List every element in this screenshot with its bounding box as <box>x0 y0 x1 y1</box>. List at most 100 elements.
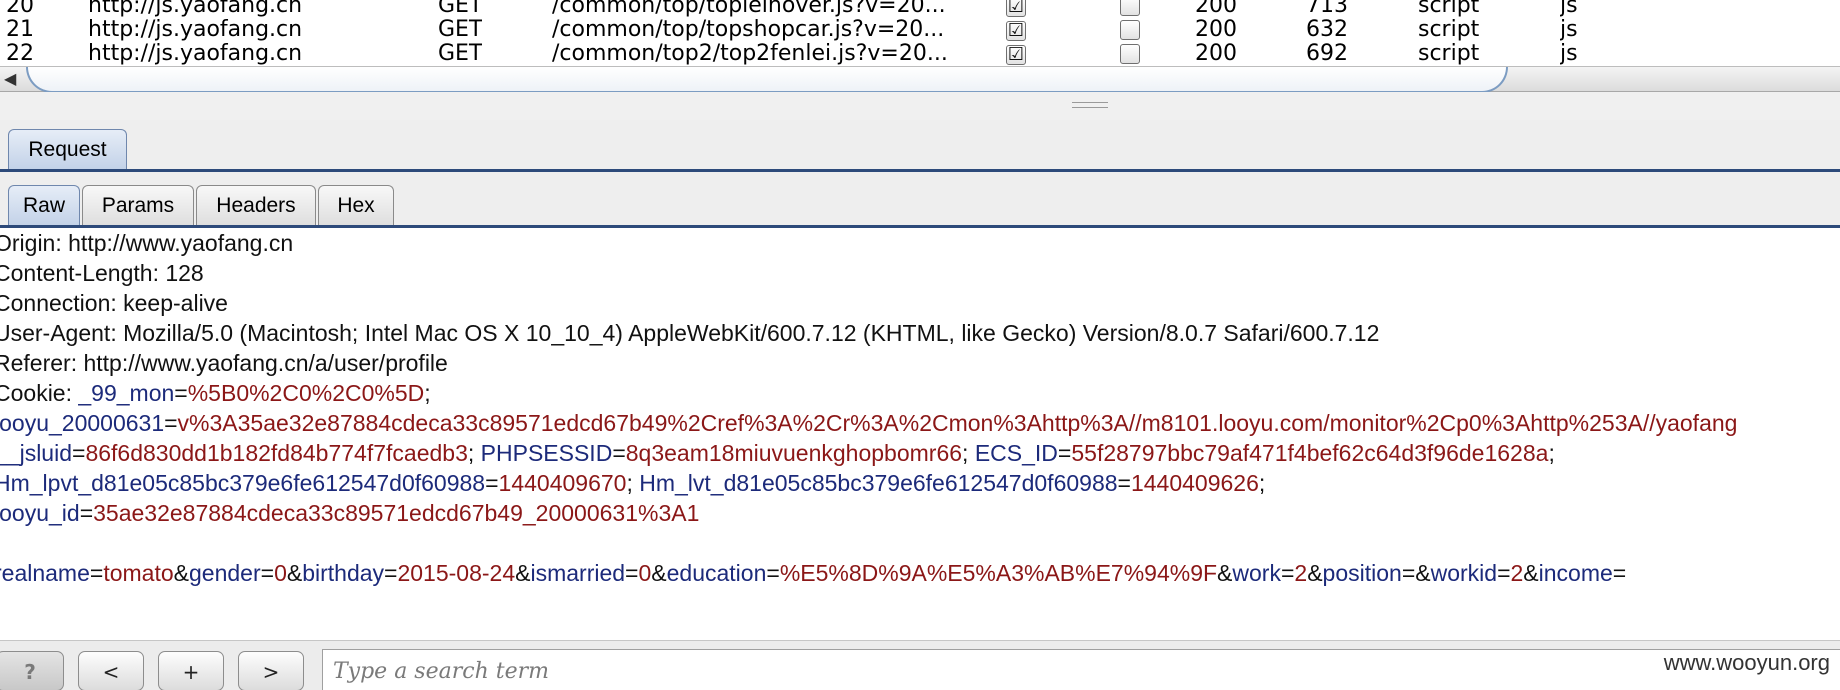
cookie-equals: = <box>485 470 499 496</box>
cookie-value: 1440409670 <box>498 470 627 496</box>
cookie-separator: ; <box>1548 440 1555 466</box>
search-input[interactable] <box>322 649 1840 690</box>
cookie-equals: = <box>79 500 94 526</box>
splitter-grip-icon[interactable] <box>1072 102 1108 108</box>
param-equals: = <box>1280 560 1295 586</box>
cookie-separator: ; <box>424 380 431 406</box>
param-equals: = <box>384 560 398 586</box>
header-user-agent: User-Agent: Mozilla/5.0 (Macintosh; Inte… <box>0 320 1380 346</box>
row-edited-checkbox[interactable]: ☑ <box>1006 40 1026 68</box>
cookie-line: looyu_id=35ae32e87884cdeca33c89571edcd67… <box>0 498 1840 528</box>
checked-checkbox-icon[interactable]: ☑ <box>1006 21 1026 41</box>
param-value: 0 <box>638 560 652 586</box>
empty-checkbox-icon[interactable] <box>1120 20 1140 40</box>
row-host: http://js.yaofang.cn <box>88 41 303 66</box>
row-status: 200 <box>1195 41 1237 66</box>
cookie-name: PHPSESSID <box>480 440 613 466</box>
param-name: gender <box>189 560 261 586</box>
raw-request-editor[interactable]: Origin: http://www.yaofang.cn Content-Le… <box>0 228 1840 638</box>
tab-headers[interactable]: Headers <box>196 185 316 225</box>
row-url: /common/top2/top2fenlei.js?v=20... <box>552 41 948 66</box>
param-equals: = <box>1497 560 1511 586</box>
cookie-name: looyu_20000631 <box>0 410 165 436</box>
empty-checkbox-icon[interactable] <box>1120 44 1140 64</box>
tab-raw[interactable]: Raw <box>8 185 80 225</box>
cookie-name: Hm_lvt_d81e05c85bc379e6fe612547d0f60988 <box>639 470 1118 496</box>
cookie-equals: = <box>164 410 178 436</box>
param-equals: = <box>1401 560 1416 586</box>
param-value: 2 <box>1294 560 1308 586</box>
row-length: 692 <box>1306 41 1348 66</box>
cookie-equals: = <box>1117 470 1131 496</box>
param-name: position <box>1322 560 1402 586</box>
tab-hex[interactable]: Hex <box>318 185 394 225</box>
param-name: education <box>666 560 767 586</box>
row-number: 22 <box>6 41 34 66</box>
header-origin: Origin: http://www.yaofang.cn <box>0 230 294 256</box>
burp-request-viewer: 20 http://js.yaofang.cn GET/common/top/top… <box>0 0 1840 690</box>
add-search-button[interactable]: + <box>158 651 224 690</box>
checked-checkbox-icon[interactable]: ☑ <box>1006 0 1026 17</box>
scrollbar-thumb[interactable] <box>26 67 1508 93</box>
param-name: birthday <box>302 560 385 586</box>
row-extension: js <box>1560 41 1578 66</box>
checked-checkbox-icon[interactable]: ☑ <box>1006 45 1026 65</box>
header-content-length: Content-Length: 128 <box>0 260 204 286</box>
row-method: GET <box>438 41 483 66</box>
cookie-line: Hm_lpvt_d81e05c85bc379e6fe612547d0f60988… <box>0 468 1840 498</box>
cookie-equals: = <box>174 380 188 406</box>
cookie-line: looyu_20000631=v%3A35ae32e87884cdeca33c8… <box>0 408 1840 438</box>
search-bar: ? < + > www.wooyun.org <box>0 640 1840 690</box>
cookie-name: looyu_id <box>0 500 80 526</box>
param-ampersand: & <box>173 560 189 586</box>
pane-splitter[interactable] <box>0 92 1840 120</box>
cookie-value: 8q3eam18miuvuenkghopbomr66 <box>625 440 963 466</box>
cookie-value: v%3A35ae32e87884cdeca33c89571edcd67b49%2… <box>177 410 1738 436</box>
tab-request[interactable]: Request <box>8 129 127 169</box>
param-value: 2015-08-24 <box>397 560 516 586</box>
horizontal-scrollbar[interactable]: ◀ <box>0 66 1840 93</box>
cookie-value: 35ae32e87884cdeca33c89571edcd67b49_20000… <box>93 500 700 526</box>
header-referer: Referer: http://www.yaofang.cn/a/user/pr… <box>0 350 448 376</box>
cookie-separator: ; <box>626 470 640 496</box>
cookie-separator: ; <box>1258 470 1266 496</box>
cookie-label: Cookie: <box>0 380 79 406</box>
param-ampersand: & <box>1217 560 1233 586</box>
scroll-left-arrow-icon[interactable]: ◀ <box>4 69 16 88</box>
cookie-name: ECS_ID <box>974 440 1058 466</box>
param-ampersand: & <box>515 560 531 586</box>
cookie-line: __jsluid=86f6d830dd1b182fd84b774f7fcaedb… <box>0 438 1840 468</box>
cookie-separator: ; <box>467 440 481 466</box>
param-value: tomato <box>103 560 174 586</box>
cookie-equals: = <box>1057 440 1072 466</box>
help-button[interactable]: ? <box>0 651 64 690</box>
param-value: %E5%8D%9A%E5%A3%AB%E7%94%9F <box>779 560 1218 586</box>
param-name: ismarried <box>530 560 626 586</box>
cookie-equals: = <box>72 440 86 466</box>
help-label: ? <box>24 660 36 684</box>
param-name: work <box>1232 560 1281 586</box>
param-equals: = <box>260 560 275 586</box>
empty-checkbox-icon[interactable] <box>1120 0 1140 16</box>
table-row[interactable]: 22 http://js.yaofang.cn GET/common/top2/to… <box>0 40 1840 68</box>
param-equals: = <box>766 560 780 586</box>
param-name: income <box>1538 560 1613 586</box>
cookie-name: Hm_lpvt_d81e05c85bc379e6fe612547d0f60988 <box>0 470 486 496</box>
previous-match-button[interactable]: < <box>78 651 144 690</box>
param-ampersand: & <box>651 560 667 586</box>
param-value: 0 <box>274 560 287 586</box>
param-equals: = <box>625 560 639 586</box>
param-name: realname <box>0 560 90 586</box>
cookie-value: 86f6d830dd1b182fd84b774f7fcaedb3 <box>85 440 468 466</box>
next-match-button[interactable]: > <box>238 651 304 690</box>
header-cookie: Cookie: _99_mon=%5B0%2C0%2C0%5D; looyu_20… <box>0 378 1840 528</box>
param-ampersand: & <box>1523 560 1539 586</box>
history-table: 20 http://js.yaofang.cn GET/common/top/top… <box>0 0 1840 68</box>
tab-params[interactable]: Params <box>82 185 194 225</box>
row-param-checkbox[interactable] <box>1120 40 1140 68</box>
param-equals: = <box>89 560 104 586</box>
cookie-equals: = <box>612 440 626 466</box>
param-value: 2 <box>1510 560 1524 586</box>
cookie-separator: ; <box>962 440 975 466</box>
